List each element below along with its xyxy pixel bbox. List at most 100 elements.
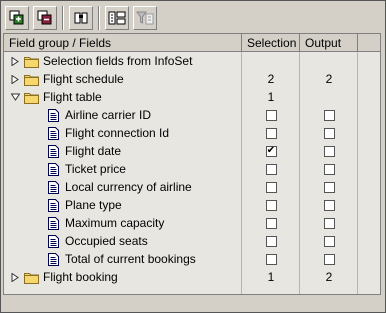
output-checkbox[interactable] [323, 145, 335, 157]
selection-cell [242, 250, 300, 268]
tree-node[interactable]: Flight schedule [10, 70, 124, 88]
field-document-icon [48, 216, 59, 230]
header-selection[interactable]: Selection [242, 34, 300, 52]
tree-field-row[interactable]: Flight date [4, 142, 380, 160]
collapse-all-button[interactable] [33, 6, 57, 30]
selection-cell [242, 160, 300, 178]
output-cell [300, 196, 358, 214]
output-checkbox[interactable] [323, 127, 335, 139]
selection-checkbox[interactable] [265, 181, 277, 193]
selection-checkbox[interactable] [265, 253, 277, 265]
field-document-icon [48, 144, 59, 158]
selection-cell [242, 142, 300, 160]
output-count [300, 52, 358, 70]
expand-all-button[interactable] [5, 6, 29, 30]
tree-node[interactable]: Total of current bookings [48, 250, 196, 268]
node-label: Flight table [43, 90, 102, 104]
selection-cell [242, 214, 300, 232]
tree-field-row[interactable]: Local currency of airline [4, 178, 380, 196]
tree-node[interactable]: Flight booking [10, 268, 118, 286]
tree-group-row[interactable]: Selection fields from InfoSet [4, 52, 380, 70]
selection-checkbox[interactable] [265, 109, 277, 121]
tree-node[interactable]: Flight connection Id [48, 124, 169, 142]
folder-icon [24, 91, 39, 104]
field-document-icon [48, 162, 59, 176]
selection-count [242, 52, 300, 70]
selection-count: 1 [267, 270, 275, 284]
tree-field-row[interactable]: Maximum capacity [4, 214, 380, 232]
output-cell [300, 214, 358, 232]
expand-node-icon[interactable] [10, 74, 20, 84]
expand-all-icon [9, 10, 24, 25]
collapse-node-icon[interactable] [10, 92, 20, 102]
field-document-icon [48, 198, 59, 212]
output-cell [300, 106, 358, 124]
output-checkbox[interactable] [323, 253, 335, 265]
output-checkbox[interactable] [323, 199, 335, 211]
tree-rows: Selection fields from InfoSet Flight sche… [4, 52, 380, 286]
node-label: Flight schedule [43, 72, 124, 86]
selection-checkbox[interactable] [265, 163, 277, 175]
output-cell [300, 142, 358, 160]
tree-field-row[interactable]: Airline carrier ID [4, 106, 380, 124]
tree-node[interactable]: Selection fields from InfoSet [10, 52, 192, 70]
tree-node[interactable]: Flight table [10, 88, 102, 106]
tree-node[interactable]: Flight date [48, 142, 121, 160]
selection-checkbox[interactable] [265, 199, 277, 211]
field-document-icon [48, 108, 59, 122]
tree-group-row[interactable]: Flight table 1 [4, 88, 380, 106]
filter-button[interactable] [133, 6, 157, 30]
node-label: Flight connection Id [65, 126, 170, 140]
selection-cell [242, 232, 300, 250]
output-checkbox[interactable] [323, 181, 335, 193]
output-checkbox[interactable] [323, 235, 335, 247]
header-output[interactable]: Output [300, 34, 358, 52]
tree-node[interactable]: Local currency of airline [48, 178, 192, 196]
tree-field-row[interactable]: Ticket price [4, 160, 380, 178]
selection-checkbox[interactable] [265, 145, 277, 157]
field-tree: Field group / Fields Selection Output Se… [3, 33, 381, 295]
selection-checkbox[interactable] [265, 217, 277, 229]
status-strip [3, 297, 381, 309]
node-label: Flight date [65, 144, 122, 158]
field-document-icon [48, 126, 59, 140]
tree-node[interactable]: Maximum capacity [48, 214, 164, 232]
tree-group-row[interactable]: Flight schedule 2 2 [4, 70, 380, 88]
node-label: Maximum capacity [65, 216, 165, 230]
expand-node-icon[interactable] [10, 56, 20, 66]
output-checkbox[interactable] [323, 163, 335, 175]
layout-button[interactable] [105, 6, 129, 30]
output-checkbox[interactable] [323, 109, 335, 121]
find-button[interactable] [69, 6, 93, 30]
tree-header: Field group / Fields Selection Output [4, 34, 380, 52]
selection-cell [242, 124, 300, 142]
selection-checkbox[interactable] [265, 235, 277, 247]
folder-icon [24, 73, 39, 86]
header-field-group[interactable]: Field group / Fields [4, 34, 242, 52]
field-document-icon [48, 252, 59, 266]
tree-group-row[interactable]: Flight booking 1 2 [4, 268, 380, 286]
tree-field-row[interactable]: Plane type [4, 196, 380, 214]
tree-node[interactable]: Plane type [48, 196, 122, 214]
tree-node[interactable]: Ticket price [48, 160, 126, 178]
output-checkbox[interactable] [323, 217, 335, 229]
filter-icon [136, 11, 154, 25]
expand-node-icon[interactable] [10, 272, 20, 282]
layout-icon [108, 11, 126, 25]
toolbar-separator [98, 6, 100, 30]
tree-node[interactable]: Occupied seats [48, 232, 148, 250]
toolbar [3, 3, 383, 33]
tree-node[interactable]: Airline carrier ID [48, 106, 151, 124]
field-group-panel: Field group / Fields Selection Output Se… [0, 0, 386, 313]
selection-checkbox[interactable] [265, 127, 277, 139]
node-label: Local currency of airline [65, 180, 192, 194]
tree-field-row[interactable]: Occupied seats [4, 232, 380, 250]
tree-field-row[interactable]: Total of current bookings [4, 250, 380, 268]
tree-field-row[interactable]: Flight connection Id [4, 124, 380, 142]
node-label: Plane type [65, 198, 122, 212]
folder-icon [24, 271, 39, 284]
output-count [300, 88, 358, 106]
output-cell [300, 250, 358, 268]
field-document-icon [48, 234, 59, 248]
node-label: Ticket price [65, 162, 126, 176]
